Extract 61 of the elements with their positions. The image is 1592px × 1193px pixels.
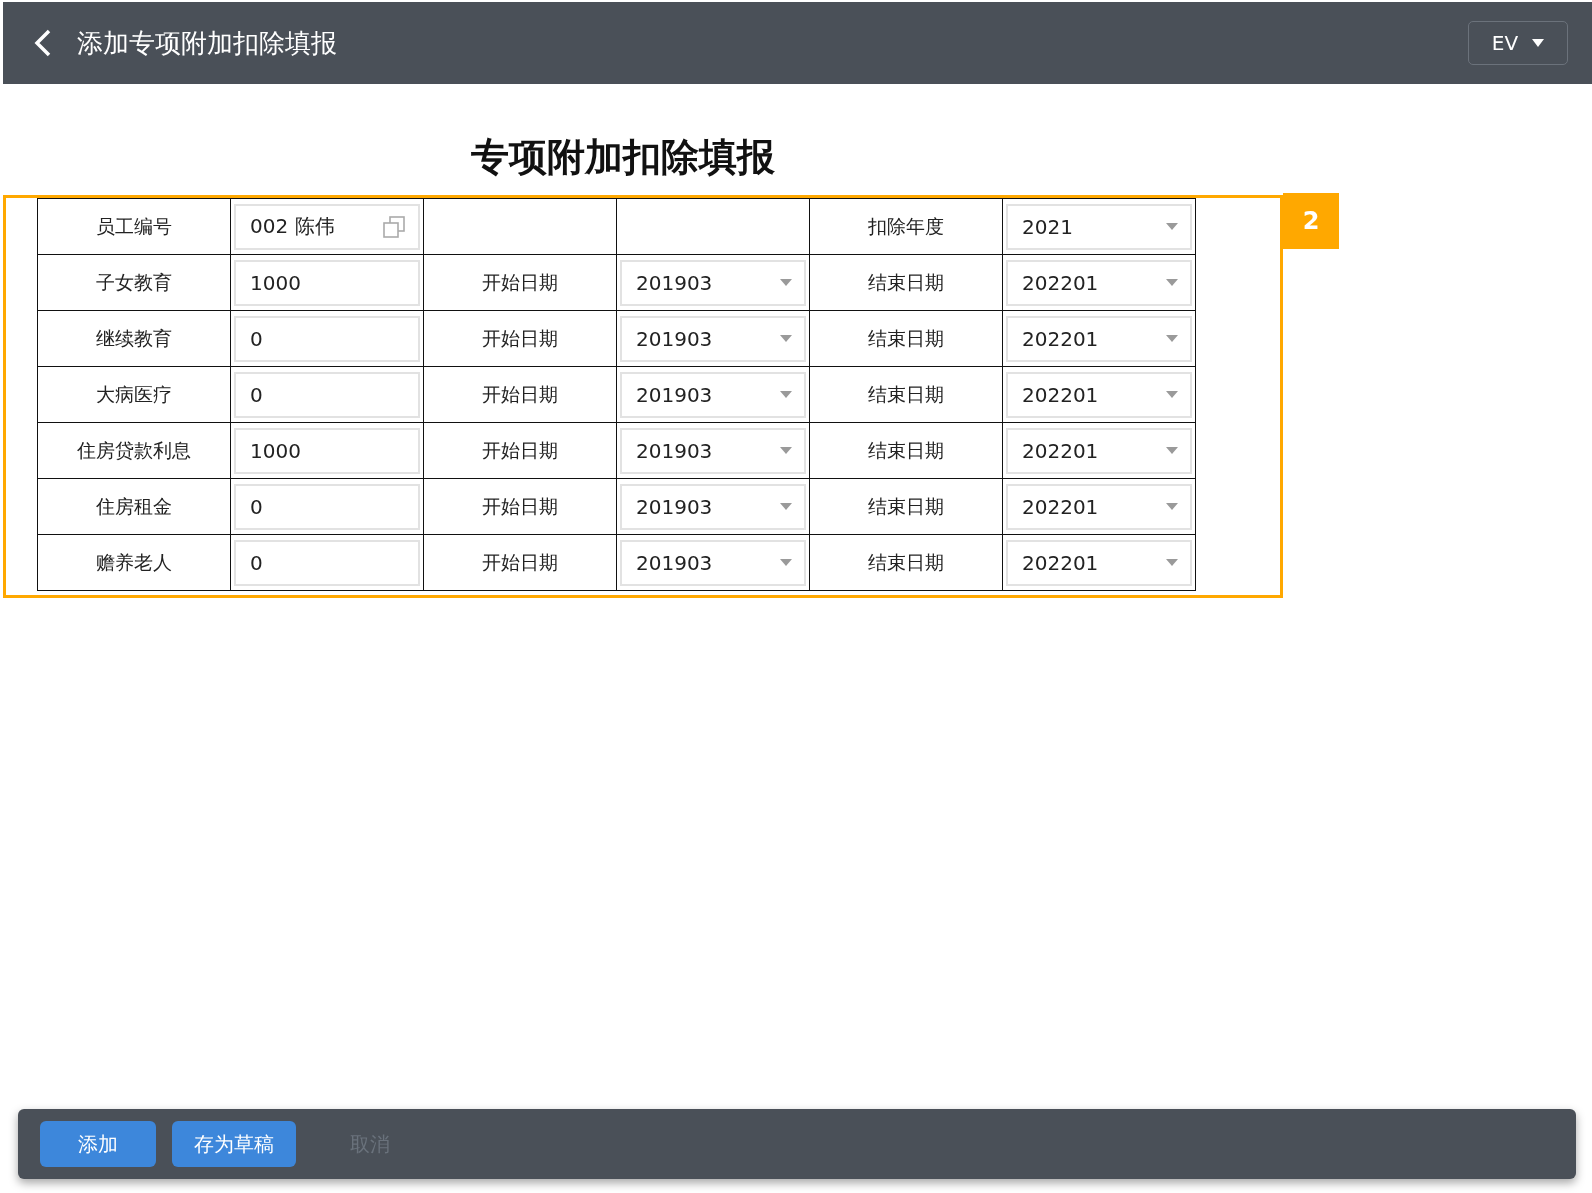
row-label: 赡养老人 — [95, 549, 173, 575]
start-date-label: 开始日期 — [481, 549, 559, 575]
caret-icon — [780, 335, 792, 342]
action-button[interactable]: 存为草稿 — [172, 1121, 296, 1167]
end-date-label: 结束日期 — [867, 381, 945, 407]
row-label: 扣除年度 — [867, 213, 945, 239]
end-date-dropdown[interactable]: 202201 — [1006, 371, 1192, 418]
action-button[interactable]: 添加 — [40, 1121, 156, 1167]
end-date-label: 结束日期 — [867, 437, 945, 463]
end-date-dropdown[interactable]: 202201 — [1006, 427, 1192, 474]
caret-icon — [1166, 503, 1178, 510]
end-date-label: 结束日期 — [867, 269, 945, 295]
page-title: 添加专项附加扣除填报 — [77, 26, 338, 60]
row-label: 住房租金 — [95, 493, 173, 519]
caret-icon — [780, 503, 792, 510]
employee-field[interactable]: 002 陈伟 — [234, 203, 420, 250]
end-date-dropdown[interactable]: 202201 — [1006, 315, 1192, 362]
end-date-dropdown[interactable]: 202201 — [1006, 483, 1192, 530]
amount-field[interactable]: 0 — [234, 539, 420, 586]
start-date-label: 开始日期 — [481, 493, 559, 519]
end-date-label: 结束日期 — [867, 549, 945, 575]
caret-icon — [1166, 447, 1178, 454]
start-date-dropdown[interactable]: 201903 — [620, 539, 806, 586]
amount-field[interactable]: 0 — [234, 371, 420, 418]
callout-badge: 2 — [1283, 193, 1339, 249]
row-label: 子女教育 — [95, 269, 173, 295]
caret-icon — [1166, 223, 1178, 230]
start-date-dropdown[interactable]: 201903 — [620, 371, 806, 418]
start-date-label: 开始日期 — [481, 269, 559, 295]
caret-icon — [780, 279, 792, 286]
end-date-label: 结束日期 — [867, 493, 945, 519]
start-date-label: 开始日期 — [481, 381, 559, 407]
caret-icon — [780, 559, 792, 566]
caret-icon — [1166, 559, 1178, 566]
end-date-label: 结束日期 — [867, 325, 945, 351]
caret-icon — [780, 391, 792, 398]
back-icon[interactable] — [33, 29, 53, 57]
start-date-dropdown[interactable]: 201903 — [620, 427, 806, 474]
start-date-label: 开始日期 — [481, 437, 559, 463]
year-dropdown[interactable]: 2021 — [1006, 203, 1192, 250]
start-date-label: 开始日期 — [481, 325, 559, 351]
start-date-dropdown[interactable]: 201903 — [620, 259, 806, 306]
amount-field[interactable]: 1000 — [234, 259, 420, 306]
caret-icon — [1166, 335, 1178, 342]
language-dropdown[interactable]: EV — [1468, 21, 1568, 65]
amount-field[interactable]: 0 — [234, 483, 420, 530]
row-label: 大病医疗 — [95, 381, 173, 407]
row-label: 住房贷款利息 — [76, 437, 192, 463]
caret-icon — [1532, 39, 1545, 47]
start-date-dropdown[interactable]: 201903 — [620, 315, 806, 362]
row-label: 员工编号 — [95, 213, 173, 239]
end-date-dropdown[interactable]: 202201 — [1006, 539, 1192, 586]
form-title: 专项附加扣除填报 — [470, 134, 776, 181]
amount-field[interactable]: 1000 — [234, 427, 420, 474]
start-date-dropdown[interactable]: 201903 — [620, 483, 806, 530]
caret-icon — [1166, 279, 1178, 286]
caret-icon — [780, 447, 792, 454]
end-date-dropdown[interactable]: 202201 — [1006, 259, 1192, 306]
amount-field[interactable]: 0 — [234, 315, 420, 362]
row-label: 继续教育 — [95, 325, 173, 351]
caret-icon — [1166, 391, 1178, 398]
